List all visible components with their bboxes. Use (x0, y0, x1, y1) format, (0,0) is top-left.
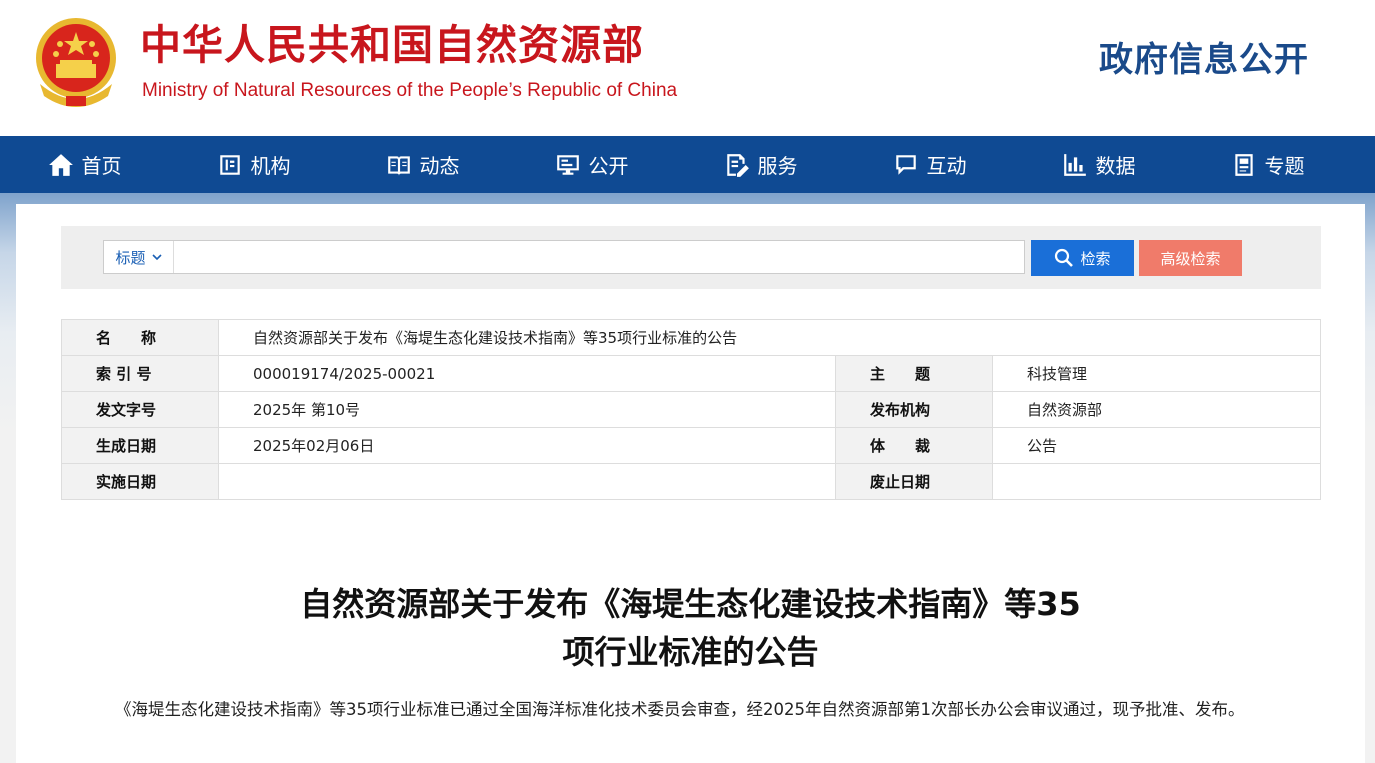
table-row: 名 称 自然资源部关于发布《海堤生态化建设技术指南》等35项行业标准的公告 (61, 319, 1321, 356)
nav-item-interact[interactable]: 互动 (845, 150, 1014, 179)
advanced-search-button[interactable]: 高级检索 (1139, 240, 1242, 276)
search-field: 标题 (103, 240, 1025, 274)
nav-item-data[interactable]: 数据 (1014, 150, 1183, 179)
search-button-label: 检索 (1080, 249, 1111, 268)
nav-item-label: 服务 (757, 154, 798, 178)
meta-label-date: 生成日期 (61, 427, 219, 464)
search-bar: 标题 检索 高级检索 (61, 226, 1321, 289)
meta-value-doc-no: 2025年 第10号 (218, 391, 836, 428)
nav-item-org[interactable]: 机构 (169, 150, 338, 179)
monitor-icon (556, 154, 579, 175)
search-icon (1055, 248, 1074, 267)
site-name-en: Ministry of Natural Resources of the Peo… (142, 80, 678, 101)
meta-value-issuer: 自然资源部 (992, 391, 1321, 428)
table-row: 实施日期 废止日期 (61, 463, 1321, 500)
meta-label-name: 名 称 (61, 319, 219, 356)
article-title-line: 项行业标准的公告 (562, 633, 819, 671)
article-title-line: 自然资源部关于发布《海堤生态化建设技术指南》等35 (300, 585, 1081, 623)
meta-value-genre: 公告 (992, 427, 1321, 464)
nav-item-label: 互动 (926, 154, 967, 178)
article-paragraph: 《海堤生态化建设技术指南》等35项行业标准已通过全国海洋标准化技术委员会审查，经… (115, 700, 1245, 719)
meta-label-issuer: 发布机构 (835, 391, 993, 428)
meta-label-abolish: 废止日期 (835, 463, 993, 500)
table-row: 生成日期 2025年02月06日 体 裁 公告 (61, 427, 1321, 464)
meta-value-name: 自然资源部关于发布《海堤生态化建设技术指南》等35项行业标准的公告 (218, 319, 1321, 356)
search-type-dropdown[interactable]: 标题 (104, 241, 174, 273)
meta-label-effective: 实施日期 (61, 463, 219, 500)
search-type-label: 标题 (115, 248, 146, 267)
nav-item-home[interactable]: 首页 (0, 150, 169, 179)
meta-label-genre: 体 裁 (835, 427, 993, 464)
nav-item-open[interactable]: 公开 (507, 150, 676, 179)
main-nav: 首页 机构 动态 公开 服务 互动 数据 专题 (0, 136, 1375, 193)
nav-item-label: 动态 (419, 154, 460, 178)
nav-item-topic[interactable]: 专题 (1183, 150, 1352, 179)
nav-item-news[interactable]: 动态 (338, 150, 507, 179)
topic-icon (1234, 153, 1253, 176)
home-icon (48, 153, 73, 176)
document-metadata-table: 名 称 自然资源部关于发布《海堤生态化建设技术指南》等35项行业标准的公告 索 … (61, 319, 1321, 500)
search-button[interactable]: 检索 (1031, 240, 1134, 276)
meta-value-index: 000019174/2025-00021 (218, 355, 836, 392)
nav-item-label: 数据 (1095, 154, 1136, 178)
main-content: 标题 检索 高级检索 名 称 自然资源部关于发布《海堤生态化建设技术指南》等35… (16, 204, 1365, 763)
nav-item-service[interactable]: 服务 (676, 150, 845, 179)
meta-label-doc-no: 发文字号 (61, 391, 219, 428)
book-icon (387, 155, 410, 176)
search-input[interactable] (176, 243, 1021, 271)
meta-value-effective (218, 463, 836, 500)
section-title: 政府信息公开 (1099, 40, 1309, 80)
site-name-cn: 中华人民共和国自然资源部 (140, 21, 644, 69)
meta-label-topic: 主 题 (835, 355, 993, 392)
advanced-search-label: 高级检索 (1160, 249, 1221, 268)
site-header: 中华人民共和国自然资源部 Ministry of Natural Resourc… (0, 0, 1375, 136)
national-emblem-icon (36, 18, 116, 107)
nav-item-label: 公开 (588, 154, 629, 178)
article-title: 自然资源部关于发布《海堤生态化建设技术指南》等35 项行业标准的公告 (16, 580, 1365, 676)
org-icon (219, 154, 240, 175)
edit-doc-icon (726, 153, 749, 177)
table-row: 索 引 号 000019174/2025-00021 主 题 科技管理 (61, 355, 1321, 392)
chevron-down-icon (151, 254, 162, 261)
nav-item-label: 机构 (250, 154, 291, 178)
nav-item-label: 专题 (1264, 154, 1305, 178)
meta-value-date: 2025年02月06日 (218, 427, 836, 464)
meta-label-index: 索 引 号 (61, 355, 219, 392)
bar-chart-icon (1063, 153, 1086, 176)
meta-value-topic: 科技管理 (992, 355, 1321, 392)
nav-item-label: 首页 (81, 154, 122, 178)
chat-icon (895, 154, 916, 175)
table-row: 发文字号 2025年 第10号 发布机构 自然资源部 (61, 391, 1321, 428)
meta-value-abolish (992, 463, 1321, 500)
